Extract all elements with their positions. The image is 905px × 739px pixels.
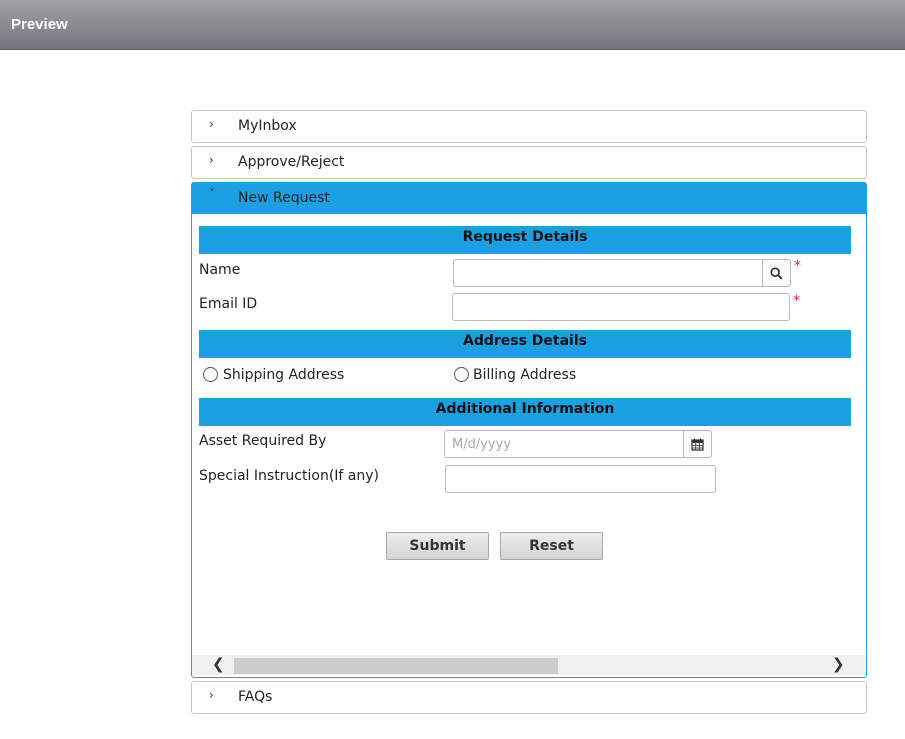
accordion-header-faqs[interactable]: › FAQs — [192, 682, 866, 713]
special-instruction-label: Special Instruction(If any) — [199, 468, 379, 484]
horizontal-scrollbar[interactable]: ❮ ❯ — [192, 655, 866, 675]
special-instruction-input[interactable] — [445, 465, 716, 493]
chevron-right-icon: › — [209, 117, 214, 131]
scrollbar-thumb[interactable] — [234, 658, 558, 674]
accordion-item-faqs[interactable]: › FAQs — [191, 681, 867, 714]
chevron-down-icon: ˅ — [209, 187, 215, 201]
search-icon — [770, 267, 783, 280]
calendar-icon — [691, 438, 704, 451]
shipping-address-radio[interactable] — [203, 367, 218, 382]
scroll-right-icon[interactable]: ❯ — [832, 655, 845, 673]
accordion-header-approve-reject[interactable]: › Approve/Reject — [192, 147, 866, 178]
asset-required-by-date-input[interactable] — [444, 430, 684, 458]
chevron-right-icon: › — [209, 153, 214, 167]
accordion-header-new-request[interactable]: ˅ New Request — [192, 183, 866, 214]
accordion-item-approve-reject[interactable]: › Approve/Reject — [191, 146, 867, 179]
scroll-left-icon[interactable]: ❮ — [212, 655, 225, 673]
name-label: Name — [199, 262, 241, 278]
accordion-item-new-request: ˅ New Request Request Details Name * Ema… — [191, 182, 867, 678]
accordion-label: MyInbox — [238, 118, 297, 134]
billing-address-radio[interactable] — [454, 367, 469, 382]
name-input[interactable] — [453, 259, 763, 287]
window-title: Preview — [11, 16, 68, 33]
section-header-additional-info: Additional Information — [199, 398, 851, 426]
email-input[interactable] — [452, 293, 790, 321]
required-indicator: * — [794, 258, 801, 274]
accordion-header-myinbox[interactable]: › MyInbox — [192, 111, 866, 142]
section-header-address-details: Address Details — [199, 330, 851, 358]
required-indicator: * — [793, 293, 800, 309]
name-lookup-button[interactable] — [762, 259, 791, 287]
billing-address-label: Billing Address — [473, 367, 577, 383]
accordion-item-myinbox[interactable]: › MyInbox — [191, 110, 867, 143]
asset-required-by-label: Asset Required By — [199, 433, 327, 449]
email-label: Email ID — [199, 296, 258, 312]
reset-button[interactable]: Reset — [500, 532, 603, 560]
submit-button[interactable]: Submit — [386, 532, 489, 560]
date-picker-button[interactable] — [683, 430, 712, 458]
chevron-right-icon: › — [209, 688, 214, 702]
accordion-label: Approve/Reject — [238, 154, 345, 170]
title-bar: Preview — [0, 0, 905, 50]
accordion-label: FAQs — [238, 689, 273, 705]
accordion-label: New Request — [238, 190, 330, 206]
section-header-request-details: Request Details — [199, 226, 851, 254]
shipping-address-label: Shipping Address — [223, 367, 345, 383]
